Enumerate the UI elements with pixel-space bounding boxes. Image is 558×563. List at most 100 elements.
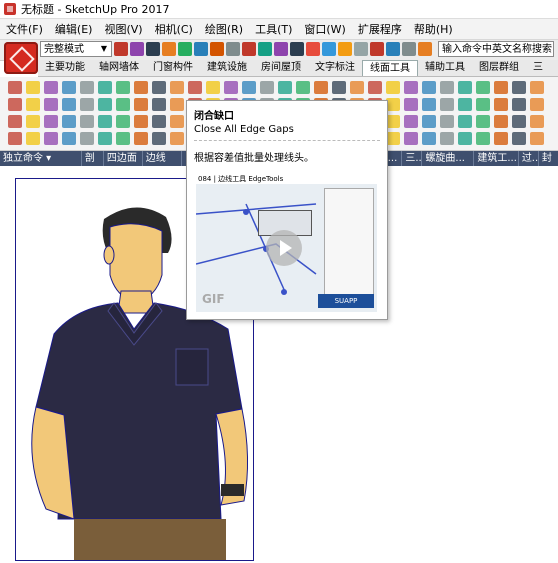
plugin-tool-icon[interactable]	[422, 132, 436, 145]
plugin-tool-icon[interactable]	[386, 115, 400, 128]
plugin-tool-icon[interactable]	[98, 98, 112, 111]
plugin-tool-icon[interactable]	[134, 81, 148, 94]
plugin-tool-icon[interactable]	[332, 81, 346, 94]
plugin-tool-icon[interactable]	[494, 132, 508, 145]
plugin-tool-icon[interactable]	[134, 98, 148, 111]
group-building-tools[interactable]: 建筑工...	[474, 151, 519, 166]
group-quad-face[interactable]: 四边面	[104, 151, 143, 166]
plugin-tool-icon[interactable]	[440, 132, 454, 145]
circle-icon[interactable]	[194, 42, 208, 56]
group-three[interactable]: 三...	[402, 151, 423, 166]
offset-icon[interactable]	[290, 42, 304, 56]
tab-grid-walls[interactable]: 轴网墙体	[92, 60, 146, 76]
plugin-tool-icon[interactable]	[458, 98, 472, 111]
plugin-tool-icon[interactable]	[62, 81, 76, 94]
tab-rooms-roofs[interactable]: 房间屋顶	[254, 60, 308, 76]
plugin-tool-icon[interactable]	[170, 132, 184, 145]
axes-icon[interactable]	[338, 42, 352, 56]
menu-camera[interactable]: 相机(C)	[149, 21, 199, 37]
tab-more[interactable]: 三	[526, 60, 550, 76]
plugin-tool-icon[interactable]	[62, 132, 76, 145]
plugin-tool-icon[interactable]	[116, 98, 130, 111]
plugin-tool-icon[interactable]	[368, 81, 382, 94]
group-standalone[interactable]: 独立命令 ▾	[0, 151, 82, 166]
plugin-tool-icon[interactable]	[80, 132, 94, 145]
plugin-tool-icon[interactable]	[422, 115, 436, 128]
push-pull-icon[interactable]	[226, 42, 240, 56]
plugin-tool-icon[interactable]	[152, 115, 166, 128]
section-icon[interactable]	[418, 42, 432, 56]
group-seal[interactable]: 封	[539, 151, 558, 166]
plugin-tool-icon[interactable]	[152, 98, 166, 111]
menu-edit[interactable]: 编辑(E)	[49, 21, 99, 37]
line-icon[interactable]	[178, 42, 192, 56]
paint-icon[interactable]	[162, 42, 176, 56]
zoom-extents-icon[interactable]	[402, 42, 416, 56]
plugin-tool-icon[interactable]	[494, 115, 508, 128]
style-select[interactable]: 完整模式 ▼	[40, 41, 112, 57]
select-tool-icon[interactable]	[114, 42, 128, 56]
plugin-tool-icon[interactable]	[116, 115, 130, 128]
plugin-tool-icon[interactable]	[530, 132, 544, 145]
plugin-tool-icon[interactable]	[476, 115, 490, 128]
plugin-tool-icon[interactable]	[98, 81, 112, 94]
tab-layers-groups[interactable]: 图层群组	[472, 60, 526, 76]
plugin-tool-icon[interactable]	[26, 115, 40, 128]
text-icon[interactable]	[322, 42, 336, 56]
plugin-tool-icon[interactable]	[170, 115, 184, 128]
plugin-tool-icon[interactable]	[440, 115, 454, 128]
plugin-tool-icon[interactable]	[80, 115, 94, 128]
plugin-tool-icon[interactable]	[62, 98, 76, 111]
pan-icon[interactable]	[370, 42, 384, 56]
tab-line-face-tools[interactable]: 线面工具	[362, 60, 418, 76]
lasso-icon[interactable]	[130, 42, 144, 56]
plugin-tool-icon[interactable]	[26, 81, 40, 94]
menu-file[interactable]: 文件(F)	[0, 21, 49, 37]
tab-doors-windows[interactable]: 门窗构件	[146, 60, 200, 76]
plugin-tool-icon[interactable]	[458, 132, 472, 145]
plugin-tool-icon[interactable]	[62, 115, 76, 128]
group-section[interactable]: 剖	[82, 151, 104, 166]
plugin-tool-icon[interactable]	[80, 98, 94, 111]
plugin-tool-icon[interactable]	[80, 81, 94, 94]
plugin-tool-icon[interactable]	[224, 81, 238, 94]
plugin-tool-icon[interactable]	[512, 98, 526, 111]
plugin-tool-icon[interactable]	[386, 132, 400, 145]
plugin-tool-icon[interactable]	[152, 132, 166, 145]
tooltip-preview[interactable]: 084 | 边线工具 EdgeTools GIF SUAPP	[196, 174, 377, 312]
plugin-tool-icon[interactable]	[494, 81, 508, 94]
plugin-tool-icon[interactable]	[530, 98, 544, 111]
plugin-tool-icon[interactable]	[386, 81, 400, 94]
plugin-tool-icon[interactable]	[404, 132, 418, 145]
plugin-tool-icon[interactable]	[260, 81, 274, 94]
tab-facilities[interactable]: 建筑设施	[200, 60, 254, 76]
plugin-tool-icon[interactable]	[188, 81, 202, 94]
plugin-tool-icon[interactable]	[530, 81, 544, 94]
plugin-tool-icon[interactable]	[134, 115, 148, 128]
plugin-tool-icon[interactable]	[440, 98, 454, 111]
menu-window[interactable]: 窗口(W)	[298, 21, 351, 37]
menu-draw[interactable]: 绘图(R)	[199, 21, 249, 37]
plugin-tool-icon[interactable]	[350, 81, 364, 94]
plugin-tool-icon[interactable]	[296, 81, 310, 94]
plugin-tool-icon[interactable]	[512, 132, 526, 145]
group-edges[interactable]: 边线	[143, 151, 182, 166]
plugin-tool-icon[interactable]	[44, 81, 58, 94]
plugin-tool-icon[interactable]	[152, 81, 166, 94]
plugin-tool-icon[interactable]	[278, 81, 292, 94]
plugin-tool-icon[interactable]	[134, 132, 148, 145]
plugin-tool-icon[interactable]	[476, 81, 490, 94]
plugin-tool-icon[interactable]	[458, 115, 472, 128]
suapp-logo-icon[interactable]	[4, 42, 38, 74]
plugin-tool-icon[interactable]	[98, 132, 112, 145]
rotate-icon[interactable]	[258, 42, 272, 56]
orbit-icon[interactable]	[354, 42, 368, 56]
plugin-tool-icon[interactable]	[8, 98, 22, 111]
plugin-tool-icon[interactable]	[476, 132, 490, 145]
plugin-tool-icon[interactable]	[26, 98, 40, 111]
plugin-tool-icon[interactable]	[476, 98, 490, 111]
plugin-tool-icon[interactable]	[26, 132, 40, 145]
group-spiral-curve[interactable]: 螺旋曲...	[422, 151, 475, 166]
scale-icon[interactable]	[274, 42, 288, 56]
plugin-tool-icon[interactable]	[458, 81, 472, 94]
